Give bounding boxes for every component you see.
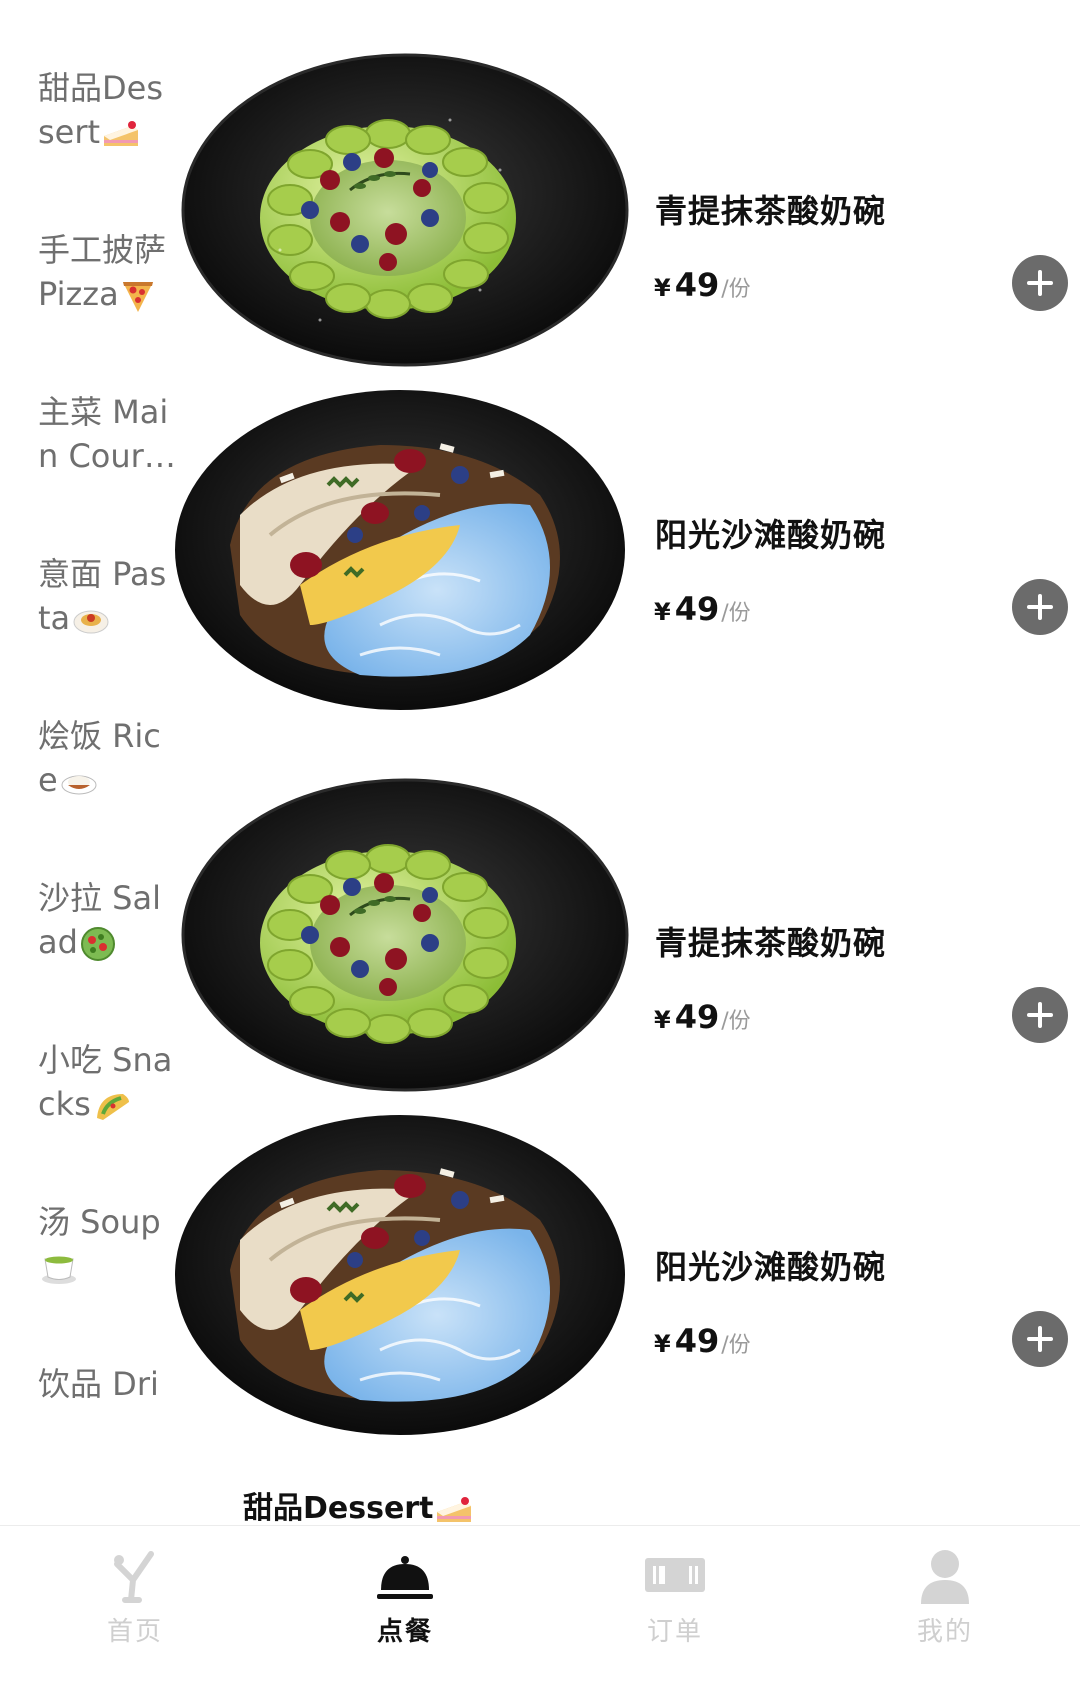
user-icon [921,1550,969,1604]
salad-icon [80,927,115,961]
sidebar-item-main-course[interactable]: 主菜 Main Cour… [38,390,178,478]
price-unit: /份 [721,1333,751,1358]
price-unit: /份 [721,1009,751,1034]
sidebar-item-label: 主菜 Main Cour… [38,393,176,475]
item-price: ¥49/份 [654,590,751,628]
price-value: 49 [674,998,720,1036]
item-name: 青提抹茶酸奶碗 [655,192,887,230]
tab-home[interactable]: 首页 [0,1526,270,1698]
menu-item[interactable]: 青提抹茶酸奶碗 ¥49/份 [160,40,1080,380]
tea-icon [42,1256,76,1284]
dish-image [181,53,629,367]
cake-icon [104,121,139,146]
price-unit: /份 [721,601,751,626]
sidebar-item-salad[interactable]: 沙拉 Salad [38,876,178,964]
menu-item[interactable]: 青提抹茶酸奶碗 ¥49/份 [160,765,1080,1105]
item-name: 阳光沙滩酸奶碗 [655,1248,887,1286]
sidebar-item-label: 烩饭 Rice [38,717,161,799]
sidebar-item-label: 饮品 Dri [38,1365,159,1403]
ticket-icon [645,1558,705,1592]
bottom-tab-bar: 首页 点餐 订单 我的 [0,1525,1080,1698]
dish-image [175,1115,625,1435]
price-value: 49 [674,590,720,628]
tab-order[interactable]: 点餐 [270,1526,540,1698]
rice-icon [61,775,97,795]
sidebar-item-pasta[interactable]: 意面 Pasta [38,552,178,640]
dish-image [175,390,625,710]
sidebar-item-dessert[interactable]: 甜品Dessert [38,66,178,154]
pasta-icon [73,610,109,634]
menu-item[interactable]: 阳光沙滩酸奶碗 ¥49/份 [160,385,1080,725]
taco-icon [96,1094,129,1120]
currency-symbol: ¥ [654,598,671,626]
sidebar-item-rice[interactable]: 烩饭 Rice [38,714,178,802]
dish-image [181,778,629,1092]
tab-label: 首页 [106,1617,163,1647]
sidebar-item-label: 汤 Soup [38,1203,161,1241]
chef-icon [114,1551,154,1603]
tab-profile[interactable]: 我的 [810,1526,1080,1698]
currency-symbol: ¥ [654,274,671,302]
item-name: 阳光沙滩酸奶碗 [655,516,887,554]
item-name: 青提抹茶酸奶碗 [655,924,887,962]
item-price: ¥49/份 [654,998,751,1036]
add-to-cart-button[interactable] [1012,579,1068,635]
sidebar-item-soup[interactable]: 汤 Soup [38,1200,178,1288]
tab-label: 点餐 [376,1617,433,1647]
price-unit: /份 [721,277,751,302]
add-to-cart-button[interactable] [1012,1311,1068,1367]
price-value: 49 [674,1322,720,1360]
currency-symbol: ¥ [654,1330,671,1358]
item-price: ¥49/份 [654,1322,751,1360]
tab-label: 我的 [916,1617,973,1647]
cake-icon [437,1496,472,1522]
tab-label: 订单 [646,1617,703,1647]
add-to-cart-button[interactable] [1012,987,1068,1043]
sidebar-item-pizza[interactable]: 手工披萨Pizza [38,228,178,316]
price-value: 49 [674,266,720,304]
sidebar-item-label: 甜品Dessert [38,69,164,151]
menu-item[interactable]: 阳光沙滩酸奶碗 ¥49/份 [160,1110,1080,1450]
pizza-icon [122,282,153,312]
item-price: ¥49/份 [654,266,751,304]
sidebar-item-drinks[interactable]: 饮品 Dri [38,1362,178,1406]
currency-symbol: ¥ [654,1006,671,1034]
section-header: 甜品Dessert [243,1483,473,1527]
sidebar-item-snacks[interactable]: 小吃 Snacks [38,1038,178,1126]
tab-orders[interactable]: 订单 [540,1526,810,1698]
cloche-icon [377,1556,433,1599]
add-to-cart-button[interactable] [1012,255,1068,311]
section-header-label: 甜品Dessert [243,1491,434,1526]
